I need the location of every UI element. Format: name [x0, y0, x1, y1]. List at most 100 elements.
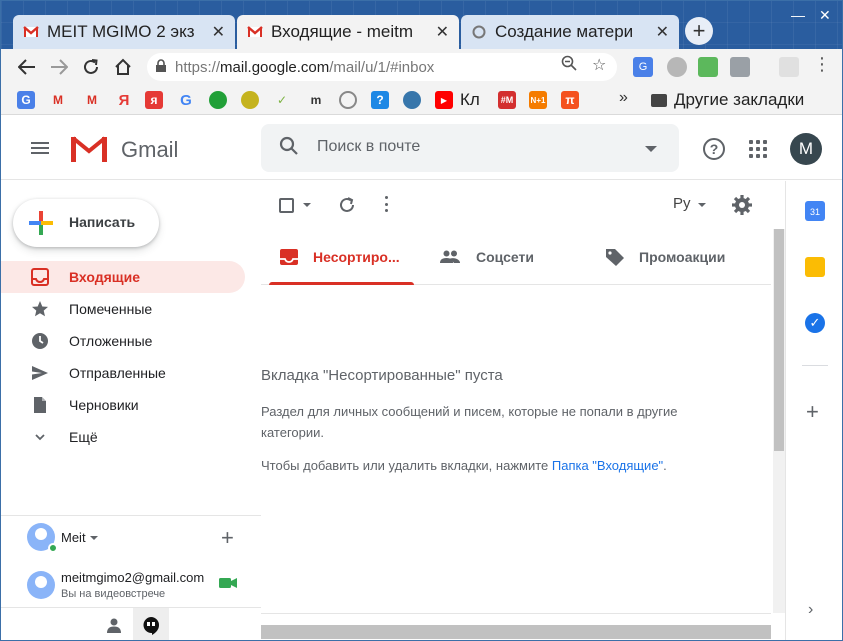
side-panel: 31 ✓ + › [785, 181, 842, 640]
bookmark-hash-icon[interactable]: #M [498, 91, 516, 109]
bookmark-icon[interactable] [241, 91, 259, 109]
bookmark-kl[interactable]: Кл [460, 90, 480, 110]
browser-tab-2[interactable]: Входящие - meitm ✕ [237, 15, 459, 49]
keep-icon[interactable] [805, 257, 825, 277]
new-tab-button[interactable]: + [685, 17, 713, 45]
draft-icon [34, 397, 46, 413]
video-call-icon[interactable] [219, 577, 237, 589]
tab-social[interactable]: Соцсети [426, 229, 591, 285]
settings-gear-icon[interactable] [731, 194, 753, 216]
tab-primary[interactable]: Несортиро... [261, 229, 426, 285]
nav-label: Ещё [69, 429, 98, 445]
bookmark-gmail-icon[interactable]: M [83, 91, 101, 109]
inbox-settings-link[interactable]: Папка "Входящие" [552, 458, 663, 473]
nav-label: Отложенные [69, 333, 153, 349]
contact-email[interactable]: meitmgimo2@gmail.com [61, 570, 204, 585]
bookmark-translate-icon[interactable]: G [17, 91, 35, 109]
nav-snoozed[interactable]: Отложенные [1, 325, 245, 357]
bookmark-gmail-icon[interactable]: M [49, 91, 67, 109]
search-icon[interactable] [279, 136, 299, 156]
bookmark-help-icon[interactable]: ? [371, 91, 389, 109]
bookmark-n1-icon[interactable]: N+1 [529, 91, 547, 109]
tab-close-icon[interactable]: ✕ [656, 22, 669, 42]
compose-label: Написать [69, 214, 136, 230]
bookmark-sber-icon[interactable] [209, 91, 227, 109]
hangouts-tab[interactable] [133, 608, 169, 640]
back-arrow-icon[interactable] [11, 51, 43, 83]
bookmark-graduation-icon[interactable]: m [307, 91, 325, 109]
nav-more[interactable]: Ещё [1, 421, 245, 453]
translate-extension-icon[interactable]: G [633, 57, 653, 77]
nav-starred[interactable]: Помеченные [1, 293, 245, 325]
search-input[interactable]: Поиск в почте [317, 138, 420, 156]
star-bookmark-icon[interactable]: ☆ [592, 55, 606, 75]
tab-close-icon[interactable]: ✕ [212, 22, 225, 42]
help-icon[interactable]: ? [703, 138, 725, 160]
main-content: Ру Несортиро... Соцсети Промоакции Вклад… [261, 181, 771, 640]
new-conversation-icon[interactable]: + [221, 525, 234, 551]
bookmarks-bar: G M M Я я G ✓ m ? ▶ Кл #M N+1 π » Другие… [1, 85, 842, 115]
account-avatar[interactable]: M [790, 133, 822, 165]
clock-icon [32, 333, 48, 349]
search-options-icon[interactable] [645, 146, 657, 152]
bookmark-python-icon[interactable] [403, 91, 421, 109]
tab-promotions[interactable]: Промоакции [591, 229, 771, 285]
empty-state-hint: Чтобы добавить или удалить вкладки, нажм… [261, 458, 667, 473]
bookmark-yandex-icon[interactable]: Я [115, 91, 133, 109]
select-menu-icon[interactable] [303, 203, 311, 207]
select-all-checkbox[interactable] [279, 198, 294, 213]
chevron-right-icon[interactable]: › [808, 601, 813, 619]
bookmark-circle-icon[interactable] [339, 91, 357, 109]
hint-text: Чтобы добавить или удалить вкладки, нажм… [261, 458, 552, 473]
chevron-down-icon [35, 434, 45, 441]
search-bar[interactable]: Поиск в почте [261, 124, 679, 172]
nav-drafts[interactable]: Черновики [1, 389, 245, 421]
tasks-icon[interactable]: ✓ [805, 313, 825, 333]
horizontal-scrollbar[interactable] [261, 625, 771, 639]
other-bookmarks[interactable]: Другие закладки [674, 90, 804, 110]
bookmark-pi-icon[interactable]: π [561, 91, 579, 109]
address-bar[interactable]: https://mail.google.com/mail/u/1/#inbox [147, 53, 617, 81]
apps-grid-icon[interactable] [749, 140, 767, 158]
zoom-icon[interactable] [561, 55, 577, 76]
globe-extension-icon[interactable] [667, 57, 687, 77]
camera-extension-icon[interactable] [730, 57, 750, 77]
gmail-logo-icon[interactable] [71, 136, 107, 162]
browser-menu-icon[interactable]: ⋮ [813, 54, 831, 75]
hangouts-user[interactable]: Meit [61, 530, 86, 545]
hangouts-icon [143, 617, 159, 635]
extension-icon[interactable] [779, 57, 799, 77]
scrollbar-thumb[interactable] [774, 229, 784, 451]
inbox-icon [31, 268, 49, 286]
language-menu-icon[interactable] [698, 203, 706, 207]
contact-avatar[interactable] [27, 571, 55, 599]
calendar-icon[interactable]: 31 [805, 201, 825, 221]
print-extension-icon[interactable] [698, 57, 718, 77]
input-language[interactable]: Ру [673, 195, 691, 212]
bookmark-check-icon[interactable]: ✓ [273, 91, 291, 109]
minimize-icon[interactable]: — [791, 7, 805, 23]
nav-inbox[interactable]: Входящие [1, 261, 245, 293]
forward-arrow-icon[interactable] [43, 51, 75, 83]
browser-tab-3[interactable]: Создание матери ✕ [461, 15, 679, 49]
reload-icon[interactable] [75, 51, 107, 83]
hangouts-bottom-bar [1, 607, 261, 640]
add-addon-icon[interactable]: + [806, 399, 819, 425]
loading-favicon [472, 25, 486, 39]
bookmark-google-icon[interactable]: G [177, 91, 195, 109]
online-status-icon [48, 543, 58, 553]
browser-tab-1[interactable]: MEIT MGIMO 2 экз ✕ [13, 15, 235, 49]
close-window-icon[interactable]: ✕ [819, 7, 831, 24]
bookmark-youtube-icon[interactable]: ▶ [435, 91, 453, 109]
compose-button[interactable]: Написать [13, 199, 159, 247]
refresh-icon[interactable] [337, 195, 357, 215]
main-menu-icon[interactable] [31, 142, 49, 154]
more-options-icon[interactable] [385, 196, 389, 212]
home-icon[interactable] [107, 51, 139, 83]
nav-sent[interactable]: Отправленные [1, 357, 245, 389]
tab-close-icon[interactable]: ✕ [436, 22, 449, 42]
chevron-down-icon[interactable] [90, 536, 98, 540]
contacts-person-icon[interactable] [107, 618, 121, 633]
bookmark-yandex-icon[interactable]: я [145, 91, 163, 109]
bookmarks-more[interactable]: » [619, 89, 628, 107]
